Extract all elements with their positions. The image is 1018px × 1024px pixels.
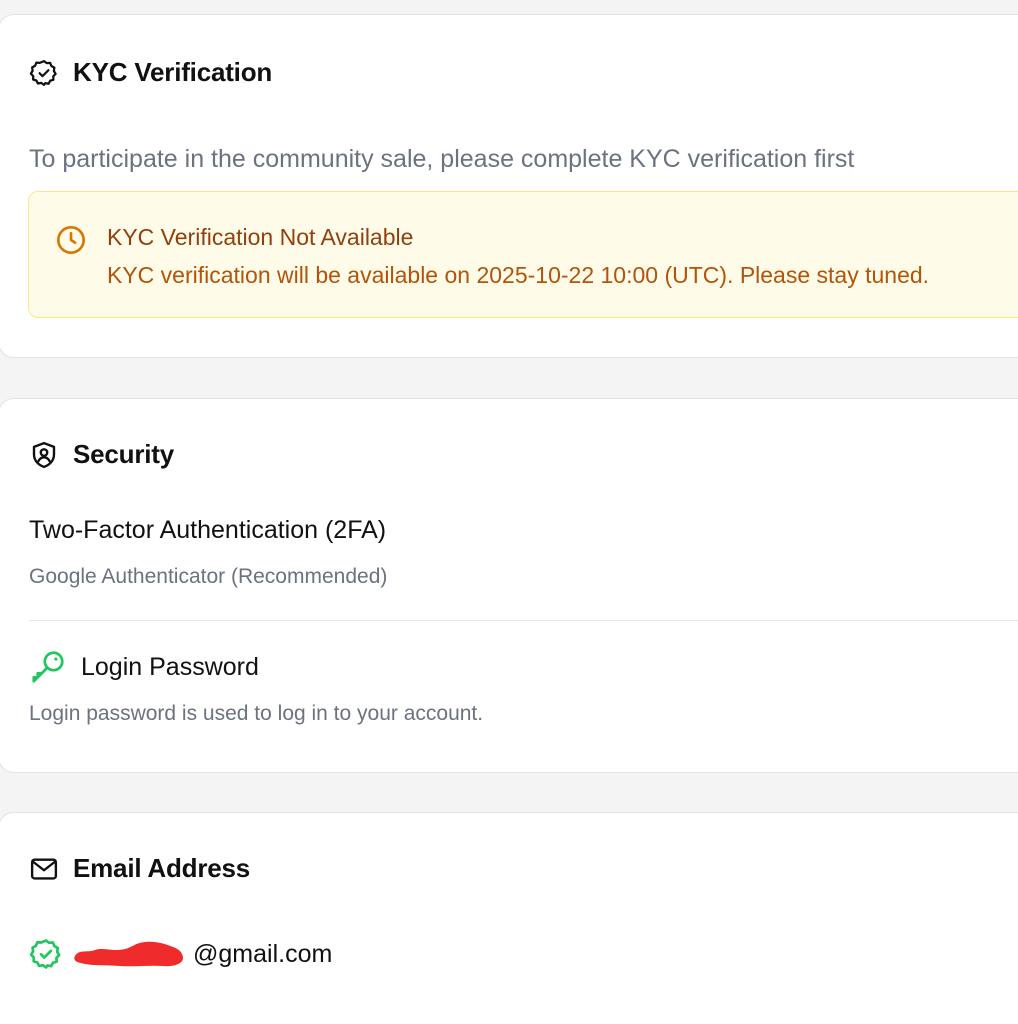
email-card: Email Address @gmail.com (0, 812, 1018, 1024)
kyc-header: KYC Verification (29, 57, 272, 88)
login-password-row[interactable]: Login Password (29, 648, 259, 686)
account-settings-page: KYC Verification To participate in the c… (0, 0, 1018, 1024)
kyc-description: To participate in the community sale, pl… (29, 145, 855, 173)
email-title: Email Address (73, 853, 251, 883)
divider (29, 620, 1018, 621)
verified-check-icon (29, 937, 63, 971)
shield-user-icon (29, 440, 59, 470)
clock-icon (55, 224, 87, 256)
kyc-unavailable-notice: KYC Verification Not Available KYC verif… (28, 191, 1018, 318)
kyc-title: KYC Verification (73, 57, 273, 87)
email-address-row: @gmail.com (29, 937, 332, 971)
key-icon (29, 648, 67, 686)
email-redaction (73, 939, 183, 969)
two-factor-subtitle: Google Authenticator (Recommended) (29, 565, 388, 588)
email-domain: @gmail.com (193, 939, 333, 968)
login-password-title: Login Password (81, 652, 259, 681)
redaction-mark (73, 939, 185, 969)
email-header: Email Address (29, 853, 250, 884)
two-factor-title[interactable]: Two-Factor Authentication (2FA) (29, 516, 386, 545)
kyc-card: KYC Verification To participate in the c… (0, 14, 1018, 358)
mail-icon (29, 854, 59, 884)
security-header: Security (29, 439, 174, 470)
notice-message: KYC verification will be available on 20… (107, 262, 930, 288)
security-title: Security (73, 439, 175, 469)
notice-title: KYC Verification Not Available (107, 224, 414, 250)
security-card: Security Two-Factor Authentication (2FA)… (0, 398, 1018, 773)
check-badge-icon (29, 58, 59, 88)
login-password-subtitle: Login password is used to log in to your… (29, 702, 484, 725)
